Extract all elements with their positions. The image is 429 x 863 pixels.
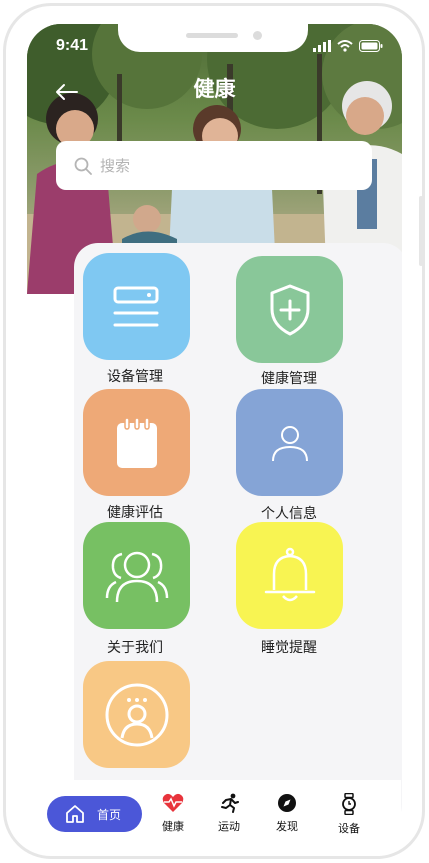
tile-label-personal-info: 个人信息 — [261, 506, 317, 522]
tile-label-health-management: 健康管理 — [261, 371, 317, 387]
tile-sleep-reminder[interactable] — [236, 522, 343, 629]
page-title: 健康 — [193, 77, 236, 101]
speaker — [186, 33, 238, 38]
compass-icon — [278, 794, 296, 812]
tab-label-discover: 发现 — [276, 820, 298, 833]
person-icon — [271, 425, 308, 461]
home-icon — [66, 805, 84, 823]
tile-health-management[interactable] — [236, 256, 343, 363]
watch-icon — [342, 792, 356, 816]
status-time: 9:41 — [56, 37, 89, 54]
shield-plus-icon — [270, 284, 309, 335]
side-button — [419, 196, 423, 266]
tile-personal-info[interactable] — [236, 389, 343, 496]
tile-chat[interactable] — [83, 661, 190, 768]
tab-label-sport: 运动 — [218, 820, 240, 833]
tab-device[interactable]: 设备 — [327, 792, 371, 836]
tile-label-sleep-reminder: 睡觉提醒 — [261, 640, 317, 656]
bell-icon — [264, 547, 315, 601]
device-list-icon — [113, 286, 158, 326]
wifi-icon — [337, 40, 353, 52]
tab-home[interactable]: 首页 — [47, 796, 142, 832]
chat-user-icon — [105, 683, 168, 746]
status-icons — [313, 40, 383, 52]
tab-label-device: 设备 — [338, 822, 360, 835]
tile-label-device-management: 设备管理 — [107, 369, 163, 385]
tile-device-management[interactable] — [83, 253, 190, 360]
signal-icon — [313, 40, 331, 52]
heart-pulse-icon — [162, 793, 184, 812]
search-input[interactable]: 搜索 — [56, 141, 372, 190]
search-placeholder: 搜索 — [100, 157, 131, 175]
battery-icon — [359, 40, 383, 52]
notch — [118, 24, 308, 52]
notepad-icon — [116, 416, 157, 468]
tab-label-home: 首页 — [97, 807, 122, 822]
tab-discover[interactable]: 发现 — [265, 793, 309, 834]
tab-label-health: 健康 — [162, 820, 184, 833]
tile-label-health-assessment: 健康评估 — [107, 505, 163, 521]
tab-health[interactable]: 健康 — [151, 793, 195, 834]
tile-about-us[interactable] — [83, 522, 190, 629]
group-icon — [105, 551, 168, 602]
tile-label-about-us: 关于我们 — [107, 640, 163, 656]
tile-health-assessment[interactable] — [83, 389, 190, 496]
search-icon — [74, 157, 92, 175]
tab-sport[interactable]: 运动 — [207, 793, 251, 834]
running-icon — [221, 793, 239, 813]
camera — [253, 31, 262, 40]
